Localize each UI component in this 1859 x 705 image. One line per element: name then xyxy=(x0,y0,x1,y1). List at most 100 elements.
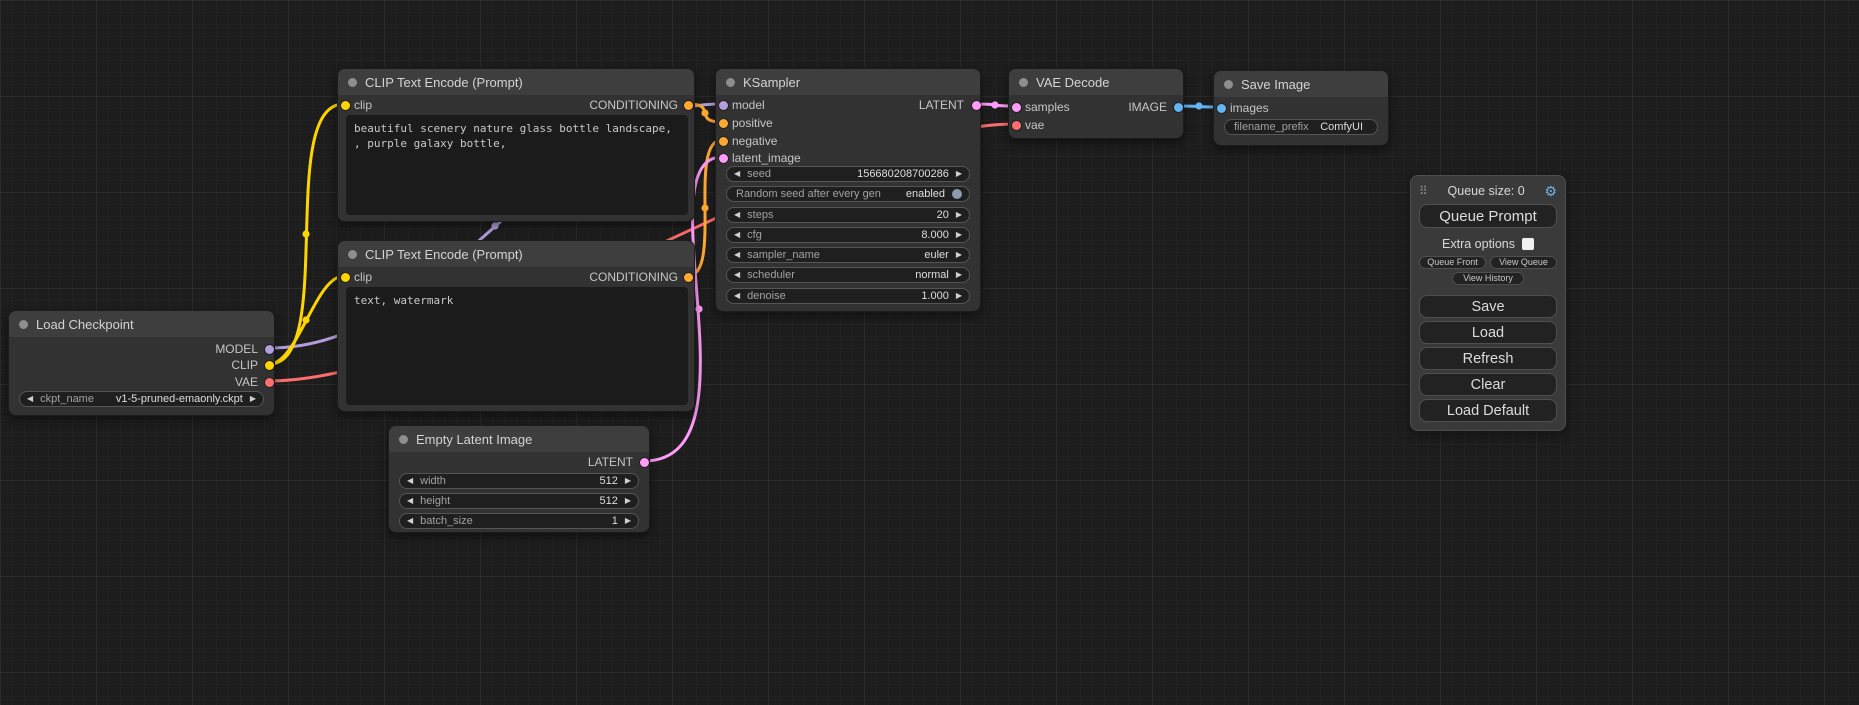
wire-midpoint-dot xyxy=(701,204,708,211)
collapse-dot-icon[interactable] xyxy=(348,250,357,259)
empty-latent-title-bar[interactable]: Empty Latent Image xyxy=(389,426,649,452)
queue-front-button[interactable]: Queue Front xyxy=(1419,256,1486,269)
vae-output-slot[interactable] xyxy=(265,378,274,387)
node-ksampler[interactable]: KSampler model positive negative latent_… xyxy=(715,68,981,312)
extra-options-checkbox[interactable] xyxy=(1522,238,1534,250)
filename-prefix-widget[interactable]: filename_prefix ComfyUI xyxy=(1224,119,1378,135)
increment-arrow-icon[interactable]: ▶ xyxy=(956,289,962,303)
model-input-label: model xyxy=(732,98,765,112)
node-title: CLIP Text Encode (Prompt) xyxy=(365,75,523,90)
node-load-checkpoint[interactable]: Load Checkpoint MODEL CLIP VAE ◀ ckpt_na… xyxy=(8,310,275,416)
wire-midpoint-dot xyxy=(695,305,702,312)
latent-image-input-slot[interactable] xyxy=(719,154,728,163)
seed-widget[interactable]: ◀ seed 156680208700286 ▶ xyxy=(726,166,970,182)
sampler-name-widget[interactable]: ◀ sampler_name euler ▶ xyxy=(726,247,970,263)
negative-input-slot[interactable] xyxy=(719,137,728,146)
scheduler-widget[interactable]: ◀ scheduler normal ▶ xyxy=(726,267,970,283)
load-checkpoint-title-bar[interactable]: Load Checkpoint xyxy=(9,311,274,337)
decrement-arrow-icon[interactable]: ◀ xyxy=(734,228,740,242)
widget-value: normal xyxy=(795,268,949,282)
decrement-arrow-icon[interactable]: ◀ xyxy=(407,514,413,528)
decrement-arrow-icon[interactable]: ◀ xyxy=(734,208,740,222)
samples-input-slot[interactable] xyxy=(1012,103,1021,112)
node-save-image[interactable]: Save Image images filename_prefix ComfyU… xyxy=(1213,70,1389,146)
denoise-widget[interactable]: ◀ denoise 1.000 ▶ xyxy=(726,288,970,304)
widget-name: width xyxy=(420,474,446,488)
clear-button[interactable]: Clear xyxy=(1419,373,1557,396)
save-button[interactable]: Save xyxy=(1419,295,1557,318)
batch-size-widget[interactable]: ◀ batch_size 1 ▶ xyxy=(399,513,639,529)
collapse-dot-icon[interactable] xyxy=(726,78,735,87)
vae-decode-title-bar[interactable]: VAE Decode xyxy=(1009,69,1183,95)
ksampler-title-bar[interactable]: KSampler xyxy=(716,69,980,95)
image-output-slot[interactable] xyxy=(1174,103,1183,112)
clip-text-encode-title-bar[interactable]: CLIP Text Encode (Prompt) xyxy=(338,241,694,267)
collapse-dot-icon[interactable] xyxy=(1019,78,1028,87)
images-input-slot[interactable] xyxy=(1217,104,1226,113)
save-image-title-bar[interactable]: Save Image xyxy=(1214,71,1388,97)
decrement-arrow-icon[interactable]: ◀ xyxy=(407,474,413,488)
positive-input-slot[interactable] xyxy=(719,119,728,128)
increment-arrow-icon[interactable]: ▶ xyxy=(956,268,962,282)
increment-arrow-icon[interactable]: ▶ xyxy=(956,167,962,181)
clip-output-slot[interactable] xyxy=(265,361,274,370)
clip-input-slot[interactable] xyxy=(341,101,350,110)
collapse-dot-icon[interactable] xyxy=(399,435,408,444)
decrement-arrow-icon[interactable]: ◀ xyxy=(407,494,413,508)
node-clip-text-encode-positive[interactable]: CLIP Text Encode (Prompt) clip CONDITION… xyxy=(337,68,695,222)
increment-arrow-icon[interactable]: ▶ xyxy=(956,228,962,242)
conditioning-output-slot[interactable] xyxy=(684,101,693,110)
node-clip-text-encode-negative[interactable]: CLIP Text Encode (Prompt) clip CONDITION… xyxy=(337,240,695,412)
view-history-button[interactable]: View History xyxy=(1452,272,1524,285)
conditioning-output-label: CONDITIONING xyxy=(589,98,678,112)
collapse-dot-icon[interactable] xyxy=(1224,80,1233,89)
queue-prompt-button[interactable]: Queue Prompt xyxy=(1419,204,1557,228)
collapse-dot-icon[interactable] xyxy=(348,78,357,87)
increment-arrow-icon[interactable]: ▶ xyxy=(625,474,631,488)
positive-prompt-textarea[interactable]: beautiful scenery nature glass bottle la… xyxy=(346,115,688,215)
decrement-arrow-icon[interactable]: ◀ xyxy=(734,248,740,262)
height-widget[interactable]: ◀ height 512 ▶ xyxy=(399,493,639,509)
vae-input-slot[interactable] xyxy=(1012,121,1021,130)
steps-widget[interactable]: ◀ steps 20 ▶ xyxy=(726,207,970,223)
view-queue-button[interactable]: View Queue xyxy=(1490,256,1557,269)
decrement-arrow-icon[interactable]: ◀ xyxy=(27,392,33,406)
clip-text-encode-title-bar[interactable]: CLIP Text Encode (Prompt) xyxy=(338,69,694,95)
negative-prompt-textarea[interactable]: text, watermark xyxy=(346,287,688,405)
increment-arrow-icon[interactable]: ▶ xyxy=(625,514,631,528)
cfg-widget[interactable]: ◀ cfg 8.000 ▶ xyxy=(726,227,970,243)
node-empty-latent-image[interactable]: Empty Latent Image LATENT ◀ width 512 ▶ … xyxy=(388,425,650,533)
latent-output-slot[interactable] xyxy=(972,101,981,110)
increment-arrow-icon[interactable]: ▶ xyxy=(625,494,631,508)
model-output-slot[interactable] xyxy=(265,345,274,354)
increment-arrow-icon[interactable]: ▶ xyxy=(250,392,256,406)
random-seed-toggle-widget[interactable]: Random seed after every gen enabled xyxy=(726,186,970,202)
settings-gear-icon[interactable]: ⚙ xyxy=(1544,184,1557,198)
load-default-button[interactable]: Load Default xyxy=(1419,399,1557,422)
width-widget[interactable]: ◀ width 512 ▶ xyxy=(399,473,639,489)
widget-name: scheduler xyxy=(747,268,795,282)
node-title: CLIP Text Encode (Prompt) xyxy=(365,247,523,262)
increment-arrow-icon[interactable]: ▶ xyxy=(956,248,962,262)
wire-clip-to-negative-prompt xyxy=(269,276,344,364)
clip-input-slot[interactable] xyxy=(341,273,350,282)
node-vae-decode[interactable]: VAE Decode samples vae IMAGE xyxy=(1008,68,1184,139)
wire-midpoint-dot xyxy=(302,316,309,323)
wire-midpoint-dot xyxy=(701,109,708,116)
refresh-button[interactable]: Refresh xyxy=(1419,347,1557,370)
ckpt-name-widget[interactable]: ◀ ckpt_name v1-5-pruned-emaonly.ckpt ▶ xyxy=(19,391,264,407)
node-graph-canvas[interactable]: Load Checkpoint MODEL CLIP VAE ◀ ckpt_na… xyxy=(0,0,1859,705)
collapse-dot-icon[interactable] xyxy=(19,320,28,329)
widget-value: euler xyxy=(820,248,949,262)
load-button[interactable]: Load xyxy=(1419,321,1557,344)
decrement-arrow-icon[interactable]: ◀ xyxy=(734,268,740,282)
conditioning-output-slot[interactable] xyxy=(684,273,693,282)
decrement-arrow-icon[interactable]: ◀ xyxy=(734,167,740,181)
model-input-slot[interactable] xyxy=(719,101,728,110)
latent-output-slot[interactable] xyxy=(640,458,649,467)
wire-clip-to-positive-prompt xyxy=(269,104,344,364)
toggle-icon[interactable] xyxy=(952,189,962,199)
decrement-arrow-icon[interactable]: ◀ xyxy=(734,289,740,303)
increment-arrow-icon[interactable]: ▶ xyxy=(956,208,962,222)
drag-handle-icon[interactable]: ⠿ xyxy=(1419,185,1428,197)
